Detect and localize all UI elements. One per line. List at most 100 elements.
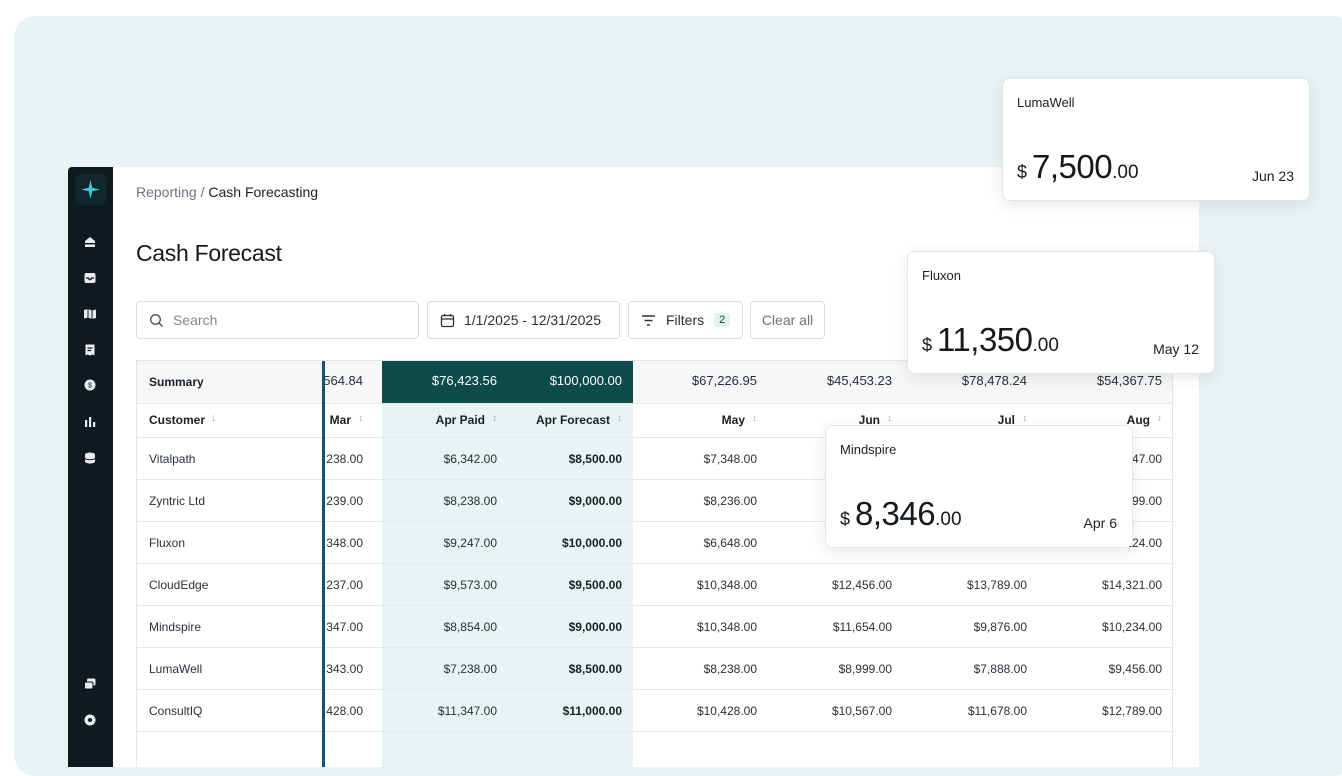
table-cell: $9,247.00 xyxy=(443,536,497,550)
card-amount-cents: .00 xyxy=(935,509,962,530)
table-cell: 238.00 xyxy=(326,452,363,466)
table-cell: 239.00 xyxy=(326,494,363,508)
filters-button[interactable]: Filters 2 xyxy=(628,301,743,339)
spark-logo-icon[interactable] xyxy=(75,174,106,205)
sort-icon[interactable]: ↕ xyxy=(1023,413,1028,423)
card-amount-cents: .00 xyxy=(1112,162,1139,183)
customer-name[interactable]: CloudEdge xyxy=(149,578,208,592)
bar-chart-icon[interactable] xyxy=(82,414,98,430)
sort-desc-icon[interactable]: ↓ xyxy=(211,412,217,424)
table-cell: $7,888.00 xyxy=(973,662,1027,676)
customer-card-lumawell[interactable]: LumaWell $7,500.00 Jun 23 xyxy=(1002,78,1310,201)
table-cell: $8,500.00 xyxy=(568,452,622,466)
table-cell: $8,238.00 xyxy=(443,494,497,508)
sidebar: $ xyxy=(68,167,113,767)
table-cell: $8,236.00 xyxy=(703,494,757,508)
receipt-icon[interactable] xyxy=(82,342,98,358)
table-cell: $9,876.00 xyxy=(973,620,1027,634)
summary-value: $54,367.75 xyxy=(1096,373,1162,388)
table-cell: 343.00 xyxy=(326,662,363,676)
table-cell: $9,456.00 xyxy=(1108,662,1162,676)
date-range-picker[interactable]: 1/1/2025 - 12/31/2025 xyxy=(427,301,620,339)
filters-label: Filters xyxy=(666,312,705,328)
customer-column-header[interactable]: Customer xyxy=(149,413,205,427)
clear-all-button[interactable]: Clear all xyxy=(750,301,825,339)
customer-card-fluxon[interactable]: Fluxon $11,350.00 May 12 xyxy=(907,251,1215,374)
breadcrumb-current: Cash Forecasting xyxy=(208,184,319,200)
table-cell: $7,348.00 xyxy=(703,452,757,466)
customer-name[interactable]: LumaWell xyxy=(149,662,202,676)
column-header[interactable]: Mar xyxy=(330,413,351,427)
column-header[interactable]: Aug xyxy=(1127,413,1150,427)
table-cell: $7,238.00 xyxy=(443,662,497,676)
summary-label: Summary xyxy=(149,375,204,389)
sort-icon[interactable]: ↕ xyxy=(753,413,758,423)
table-cell: $10,234.00 xyxy=(1101,620,1162,634)
table-cell: $8,238.00 xyxy=(703,662,757,676)
frozen-column-divider[interactable] xyxy=(322,361,325,767)
table-cell: $10,428.00 xyxy=(696,704,757,718)
card-amount: $11,350.00 xyxy=(922,321,1059,359)
card-date: Apr 6 xyxy=(1083,515,1117,531)
card-customer-name: LumaWell xyxy=(1017,95,1075,110)
customer-name[interactable]: Fluxon xyxy=(149,536,185,550)
table-cell: 347.00 xyxy=(326,620,363,634)
sort-icon[interactable]: ↕ xyxy=(888,413,893,423)
sort-icon[interactable]: ↕ xyxy=(359,413,364,423)
table-cell: $10,348.00 xyxy=(696,578,757,592)
home-icon[interactable] xyxy=(82,234,98,250)
table-cell: $8,500.00 xyxy=(568,662,622,676)
customer-name[interactable]: Zyntric Ltd xyxy=(149,494,205,508)
table-cell: 47.00 xyxy=(1131,452,1162,466)
date-range-value: 1/1/2025 - 12/31/2025 xyxy=(464,312,602,328)
table-cell: $6,342.00 xyxy=(443,452,497,466)
table-cell: $9,573.00 xyxy=(443,578,497,592)
settings-icon[interactable] xyxy=(82,712,98,728)
summary-value: $45,453.23 xyxy=(826,373,892,388)
table-cell: $6,648.00 xyxy=(703,536,757,550)
card-customer-name: Fluxon xyxy=(922,268,962,283)
forecast-table: Summary 564.84 $76,423.56 $100,000.00 $67,22… xyxy=(136,360,1173,767)
coin-icon[interactable]: $ xyxy=(82,377,98,393)
column-header[interactable]: May xyxy=(722,413,745,427)
table-cell: $10,567.00 xyxy=(831,704,892,718)
customer-card-mindspire[interactable]: Mindspire $8,346.00 Apr 6 xyxy=(825,425,1133,548)
inbox-icon[interactable] xyxy=(82,270,98,286)
summary-value: $76,423.56 xyxy=(431,373,497,388)
table-cell: $11,347.00 xyxy=(437,704,497,718)
sort-icon[interactable]: ↕ xyxy=(618,413,623,423)
search-input[interactable]: Search xyxy=(136,301,419,339)
card-currency: $ xyxy=(922,335,933,355)
card-amount-whole: 7,500 xyxy=(1032,148,1113,185)
table-cell: $11,000.00 xyxy=(562,704,622,718)
table-cell: 237.00 xyxy=(326,578,363,592)
database-icon[interactable] xyxy=(82,450,98,466)
card-currency: $ xyxy=(1017,162,1028,182)
customer-name[interactable]: Mindspire xyxy=(149,620,201,634)
table-cell: $10,348.00 xyxy=(696,620,757,634)
card-amount-cents: .00 xyxy=(1032,335,1059,356)
card-customer-name: Mindspire xyxy=(840,442,897,457)
breadcrumb: Reporting / Cash Forecasting xyxy=(136,184,318,200)
customer-name[interactable]: ConsultIQ xyxy=(149,704,202,718)
search-placeholder: Search xyxy=(173,312,218,328)
summary-value: $100,000.00 xyxy=(549,373,622,388)
breadcrumb-parent[interactable]: Reporting xyxy=(136,184,197,200)
summary-value: $67,226.95 xyxy=(691,373,757,388)
summary-value: $78,478.24 xyxy=(961,373,1027,388)
map-icon[interactable] xyxy=(82,306,98,322)
sort-icon[interactable]: ↕ xyxy=(1158,413,1163,423)
breadcrumb-separator: / xyxy=(196,184,209,200)
customer-name[interactable]: Vitalpath xyxy=(149,452,195,466)
card-amount-whole: 11,350 xyxy=(937,321,1033,358)
column-header[interactable]: Apr Paid xyxy=(436,413,485,427)
column-header[interactable]: Apr Forecast xyxy=(536,413,610,427)
stack-icon[interactable] xyxy=(82,676,98,692)
frozen-column-mask xyxy=(257,361,322,767)
table-cell: $8,999.00 xyxy=(838,662,892,676)
sort-icon[interactable]: ↕ xyxy=(493,413,498,423)
card-date: Jun 23 xyxy=(1251,168,1294,184)
summary-value: 564.84 xyxy=(323,373,363,388)
table-cell: 428.00 xyxy=(326,704,363,718)
calendar-icon xyxy=(440,314,455,328)
